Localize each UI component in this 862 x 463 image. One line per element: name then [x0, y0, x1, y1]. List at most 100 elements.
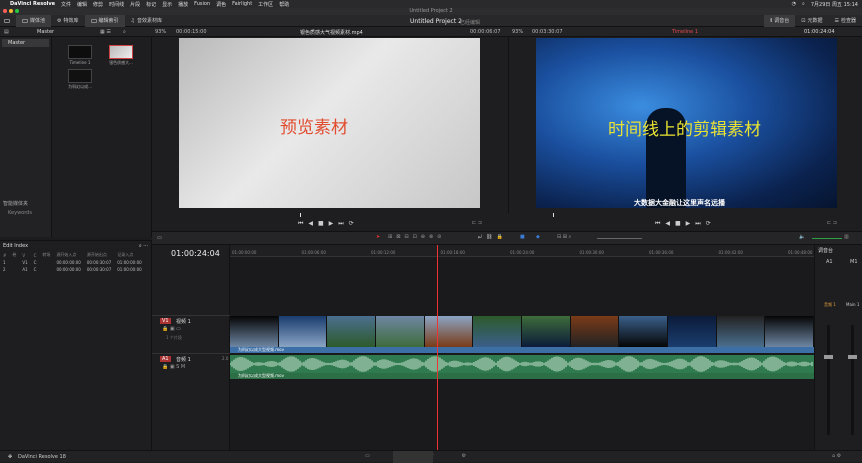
menu-color[interactable]: 调色 [216, 1, 226, 8]
timeline-selector[interactable]: Timeline 1 [672, 29, 698, 35]
table-row[interactable]: 2 A1 C 00:00:00:00 00:00:30:07 01:00:00:… [0, 266, 145, 273]
menu-playback[interactable]: 播放 [178, 1, 188, 8]
col-transition[interactable]: 转场 [39, 251, 53, 259]
bin-selector[interactable]: Master [37, 29, 54, 35]
list-view-icon[interactable]: ▦ ☰ [100, 29, 111, 35]
audio-clip-name[interactable]: 为科幻以成大型视频.mov [230, 373, 814, 379]
project-title: Untitled Project 2 [410, 18, 462, 25]
video-track-clip-count: 1 个片段 [166, 335, 182, 341]
audio-clip[interactable] [230, 355, 814, 373]
menu-edit[interactable]: 编辑 [77, 1, 87, 8]
timeline-viewer[interactable]: 时间线上的剪辑素材 大数据大金融让这里声名远播 [536, 38, 837, 208]
menu-view[interactable]: 显示 [162, 1, 172, 8]
source-viewer[interactable]: 预览素材 [179, 38, 480, 208]
left-viewer-zoom[interactable]: 93% [155, 29, 166, 35]
source-transport-buttons[interactable]: ⏮◀■▶⏭⟳ [298, 220, 359, 228]
audio-track-name: 音频 1 [176, 356, 191, 363]
toolbar-metadata[interactable]: ⊡元数据 [795, 15, 828, 27]
timeline-transport-buttons[interactable]: ⏮◀■▶⏭⟳ [655, 220, 716, 228]
video-frame-thumbnail [717, 316, 766, 347]
zoom-window-button[interactable] [15, 9, 19, 13]
panel-layout-icon[interactable]: ▤ [4, 29, 9, 35]
bin-master[interactable]: Master [2, 39, 49, 47]
home-settings-icons[interactable]: ⌂ ⚙ [832, 453, 841, 459]
fader-knob-m1[interactable] [848, 355, 857, 359]
edit-page-tab[interactable] [393, 451, 433, 463]
clip-thumbnail-timeline[interactable] [68, 45, 92, 59]
marker-icon[interactable]: ◆ [536, 234, 540, 240]
zoom-tools-icons[interactable]: ⊟ ⊞ ⌕ [557, 234, 571, 240]
toolbar-sound-library[interactable]: ♫音效素材库 [125, 15, 169, 27]
menu-fairlight[interactable]: Fairlight [232, 1, 252, 7]
col-c[interactable]: C [31, 251, 40, 259]
playhead[interactable] [437, 245, 438, 450]
clip-thumbnail-silver[interactable] [109, 45, 133, 59]
video-clip[interactable] [230, 316, 814, 347]
timeline-ruler[interactable]: 01:00:00:0001:00:06:0001:00:12:0001:00:1… [230, 245, 814, 257]
menu-app-name[interactable]: DaVinci Resolve [10, 1, 55, 7]
toolbar-effects-library[interactable]: ⚙特效库 [51, 15, 85, 27]
timeline-scrubber[interactable] [553, 213, 554, 217]
col-reel[interactable]: 卷 [9, 251, 19, 259]
toolbar-sound-library-label: 音效素材库 [137, 17, 162, 24]
smart-bin-keywords[interactable]: Keywords [8, 210, 32, 216]
menubar-clock[interactable]: 7月29日 周五 15:14 [811, 1, 858, 8]
menu-fusion[interactable]: Fusion [194, 1, 210, 7]
video-track-lock-icon[interactable]: 🔒 ▣ ▭ [162, 326, 181, 332]
level-meter-icon[interactable]: ▥ [844, 234, 849, 240]
audio-track-header[interactable]: A1 音频 1 2.0 🔒 ▣ S M [152, 353, 230, 381]
minimize-window-button[interactable] [9, 9, 13, 13]
left-viewer-timecode: 00:00:06:07 [470, 29, 501, 35]
toolbar-mixer[interactable]: ⫴调音台 [764, 15, 795, 27]
menu-clip[interactable]: 片段 [130, 1, 140, 8]
menu-trim[interactable]: 修剪 [93, 1, 103, 8]
edit-index-search-icon[interactable]: ⌕ ··· [139, 243, 148, 249]
right-viewer-zoom[interactable]: 93% [512, 29, 523, 35]
close-window-button[interactable] [3, 9, 7, 13]
volume-slider[interactable] [812, 238, 842, 239]
col-number[interactable]: # [0, 251, 9, 259]
mixer-fader-m1[interactable] [851, 325, 854, 435]
ruler-tick: 01:00:06:00 [302, 250, 326, 255]
col-source-in[interactable]: 源开始入点 [53, 251, 83, 259]
timeline-zoom-slider[interactable] [597, 238, 642, 239]
toolbar-media-pool-label: 媒体池 [30, 17, 45, 24]
volume-icon[interactable]: 🔈 [799, 234, 805, 240]
timeline-inout-icons[interactable]: ⊏ ⊐ [827, 220, 837, 226]
selection-tool-icon[interactable]: ➤ [376, 234, 380, 240]
timeline-timecode[interactable]: 01:00:24:04 [152, 245, 229, 262]
menu-workspace[interactable]: 工作区 [258, 1, 273, 8]
menu-file[interactable]: 文件 [61, 1, 71, 8]
cell: 00:00:00:00 [53, 266, 83, 273]
flag-icon[interactable]: ■ [520, 234, 525, 240]
col-source-out[interactable]: 源开始出点 [84, 251, 114, 259]
fader-knob-a1[interactable] [824, 355, 833, 359]
ruler-tick: 01:00:30:00 [580, 250, 604, 255]
toolbar-media-pool[interactable]: 媒体池 [16, 15, 51, 27]
table-row[interactable]: 1 V1 C 00:00:00:00 00:00:30:07 01:00:00:… [0, 259, 145, 266]
left-viewer-clip-name[interactable]: 银色质感大气视频素材.mp4 [300, 29, 363, 36]
source-inout-icons[interactable]: ⊏ ⊐ [472, 220, 482, 226]
snap-link-icons[interactable]: ⤾⛓🔒 [478, 234, 507, 240]
clip-thumbnail-scifi[interactable] [68, 69, 92, 83]
timeline-view-icon[interactable]: ▭ [157, 235, 162, 241]
toolbar-edit-index[interactable]: 编辑索引 [85, 15, 125, 27]
col-record-in[interactable]: 记录入点 [114, 251, 144, 259]
dual-view-toggle[interactable] [0, 15, 16, 27]
menu-timeline[interactable]: 时间线 [109, 1, 124, 8]
menu-mark[interactable]: 标记 [146, 1, 156, 8]
edit-tools-icons[interactable]: ⊞⊠⊟⊡⊕⊗⊘ [388, 234, 445, 240]
clip-label-scifi: 为科幻以成... [65, 84, 95, 90]
media-search-icon[interactable]: ⌕ [123, 29, 126, 35]
video-track-header[interactable]: V1 视频 1 🔒 ▣ ▭ 1 个片段 [152, 315, 230, 347]
toolbar-inspector[interactable]: ☰检查器 [829, 15, 862, 27]
mixer-fader-a1[interactable] [827, 325, 830, 435]
col-v[interactable]: V [19, 251, 30, 259]
video-clip-name[interactable]: 为科幻以成大型视频.mov [230, 347, 814, 353]
menu-help[interactable]: 帮助 [279, 1, 289, 8]
source-scrubber[interactable] [300, 213, 301, 217]
search-icon[interactable]: ⌕ [802, 1, 805, 7]
audio-track-mute-solo-icons[interactable]: 🔒 ▣ S M [162, 364, 185, 370]
timeline-area[interactable]: 01:00:00:0001:00:06:0001:00:12:0001:00:1… [230, 245, 814, 450]
wifi-icon[interactable]: ◔ [792, 1, 796, 7]
